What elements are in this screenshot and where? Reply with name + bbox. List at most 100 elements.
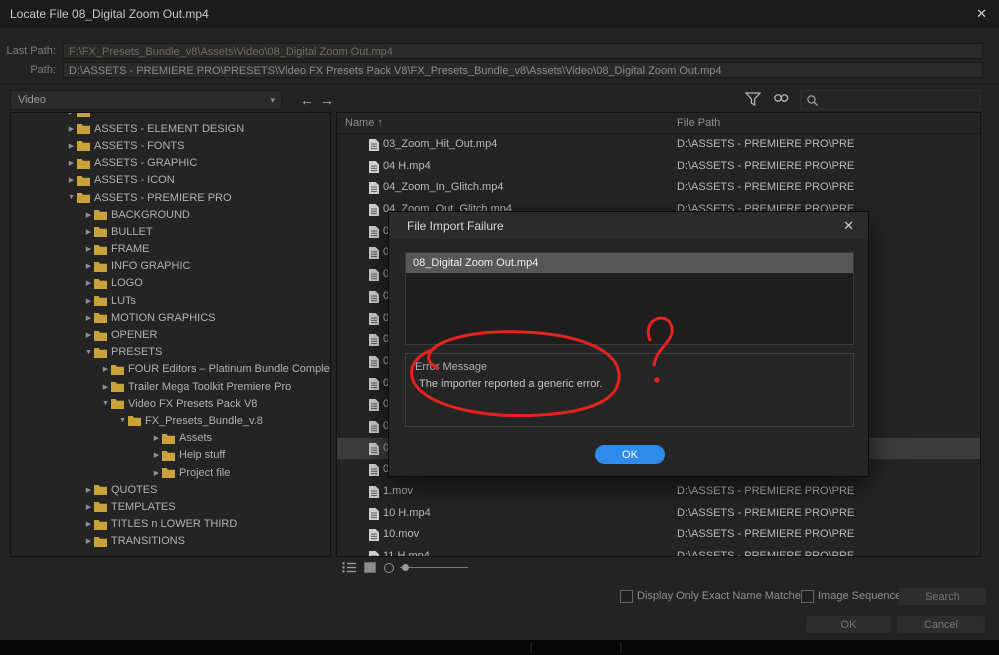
dialog-ok-button[interactable]: OK [595,445,665,464]
chevron-icon[interactable]: ▶ [83,331,94,339]
tree-item[interactable]: ▶ ASSETS - FONTS [11,137,330,154]
chevron-icon[interactable]: ▶ [83,314,94,322]
tree-item[interactable]: ▶ FRAME [11,241,330,258]
dialog-close-icon[interactable]: ✕ [843,218,854,234]
chevron-icon[interactable]: ▼ [117,417,128,424]
chevron-icon[interactable]: ▶ [83,520,94,528]
ok-button[interactable]: OK [806,616,891,633]
tree-item[interactable]: ▶ Trailer Mega Toolkit Premiere Pro [11,378,330,395]
tree-item[interactable]: ▶ ASSETS - GRAPHIC [11,155,330,172]
view-controls [336,560,636,576]
cancel-button[interactable]: Cancel [897,616,985,633]
chevron-icon[interactable]: ▶ [83,228,94,236]
tree-item[interactable]: ▶ TITLES n LOWER THIRD [11,516,330,533]
tree-item[interactable]: ▶ FOUR Editors – Platinum Bundle Complet [11,361,330,378]
file-icon [369,464,379,479]
chevron-icon[interactable]: ▶ [66,142,77,150]
search-input[interactable] [800,90,981,110]
tree-item[interactable]: ▶ LOGO [11,275,330,292]
chevron-icon[interactable]: ▶ [83,503,94,511]
last-path-label: Last Path: [6,45,56,57]
chevron-icon[interactable]: ▶ [151,434,162,442]
chevron-icon[interactable]: ▼ [66,194,77,201]
chevron-icon[interactable]: ▶ [66,176,77,184]
chevron-icon[interactable]: ▶ [151,469,162,477]
tree-item-label: FOUR Editors – Platinum Bundle Complet [128,363,331,376]
tree-item[interactable]: ▼ ASSETS - PREMIERE PRO [11,189,330,206]
tree-item[interactable]: ▼ FX_Presets_Bundle_v.8 [11,412,330,429]
chevron-icon[interactable]: ▶ [151,451,162,459]
tree-item[interactable]: ▼ Video FX Presets Pack V8 [11,395,330,412]
tree-item[interactable]: ▶ INFO GRAPHIC [11,258,330,275]
tree-item-label: ASSETS - ELEMENT DESIGN [94,122,245,135]
file-row[interactable]: 04_Zoom_In_Glitch.mp4 D:\ASSETS - PREMIE… [337,177,980,199]
chevron-icon[interactable]: ▶ [83,486,94,494]
chevron-icon[interactable]: ▶ [83,279,94,287]
folder-icon [111,398,124,410]
chevron-icon[interactable]: ▶ [83,537,94,545]
chevron-icon[interactable]: ▶ [100,365,111,373]
tree-item-label: TITLES n LOWER THIRD [111,518,238,531]
chevron-icon[interactable]: ▶ [66,125,77,133]
tree-item[interactable]: ▶ QUOTES [11,481,330,498]
zoom-out-icon[interactable] [384,563,394,573]
chevron-icon[interactable]: ▶ [83,262,94,270]
file-path-column-header[interactable]: File Path [677,117,720,129]
tree-item-label: TEMPLATES [111,500,176,513]
tree-item[interactable]: ▶ ASSETS - ICON [11,172,330,189]
chevron-icon[interactable]: ▼ [83,349,94,356]
display-only-exact-label: Display Only Exact Name Matches [637,590,807,602]
zoom-slider-track[interactable] [400,567,468,568]
tree-item[interactable]: ▶ Assets [11,430,330,447]
chevron-icon[interactable]: ▼ [100,400,111,407]
tree-item[interactable]: ▶ OPENER [11,326,330,343]
file-icon [369,225,379,241]
back-icon[interactable]: ← [298,90,316,110]
tree-item[interactable]: ▶ BULLET [11,223,330,240]
chevron-icon[interactable]: ▶ [100,383,111,391]
tree-item[interactable]: ▶ Project file [11,464,330,481]
file-icon [369,442,379,458]
tree-item[interactable]: ▶ Help stuff [11,447,330,464]
window-close-icon[interactable]: ✕ [976,6,987,22]
name-column-header[interactable]: Name ↑ [345,117,383,129]
find-icon[interactable] [773,92,791,108]
file-row[interactable]: 03_Zoom_Hit_Out.mp4 D:\ASSETS - PREMIERE… [337,134,980,156]
chevron-icon[interactable]: ▶ [83,211,94,219]
file-row[interactable]: 10 H.mp4 D:\ASSETS - PREMIERE PRO\PRE [337,503,980,525]
search-button[interactable]: Search [899,588,986,605]
tree-item-label: Project file [179,466,231,479]
media-type-value: Video [18,94,46,106]
tree-item[interactable]: ▶ MOTION GRAPHICS [11,309,330,326]
tree-item[interactable]: ▶ BACKGROUND [11,206,330,223]
tree-item[interactable]: ▶ TEMPLATES [11,498,330,515]
file-row[interactable]: 04 H.mp4 D:\ASSETS - PREMIERE PRO\PRE [337,156,980,178]
filter-icon[interactable] [744,92,763,108]
chevron-icon[interactable]: ▶ [66,159,77,167]
failed-file-item[interactable]: 08_Digital Zoom Out.mp4 [406,253,853,273]
display-only-exact-checkbox[interactable] [620,590,633,603]
chevron-icon[interactable]: ▶ [83,297,94,305]
tree-item-label: PRESETS [111,346,163,359]
zoom-slider-handle[interactable] [402,564,409,571]
folder-icon [162,433,175,444]
folder-icon [94,484,107,496]
chevron-icon[interactable]: ▶ [66,113,77,116]
file-row[interactable]: 1.mov D:\ASSETS - PREMIERE PRO\PRE [337,481,980,503]
chevron-icon[interactable]: ▶ [83,245,94,253]
folder-icon [77,192,90,204]
image-sequence-checkbox[interactable] [801,590,814,603]
file-row[interactable]: 11 H.mp4 D:\ASSETS - PREMIERE PRO\PRE [337,546,980,556]
path-label: Path: [30,64,56,76]
media-type-dropdown[interactable]: Video ▾ [10,90,282,110]
tree-item[interactable]: ▶ TRANSITIONS [11,533,330,550]
file-row[interactable]: 10.mov D:\ASSETS - PREMIERE PRO\PRE [337,524,980,546]
forward-icon[interactable]: → [318,90,336,110]
list-view-icon[interactable] [342,562,356,576]
tree-item[interactable]: ▶ LUTs [11,292,330,309]
thumbnail-view-icon[interactable] [364,562,376,576]
folder-icon [94,261,107,272]
tree-item[interactable]: ▼ PRESETS [11,344,330,361]
tree-item[interactable]: ▶ ASSETS - ELEMENT DESIGN [11,120,330,137]
tree-item[interactable]: ▶ [11,113,330,120]
